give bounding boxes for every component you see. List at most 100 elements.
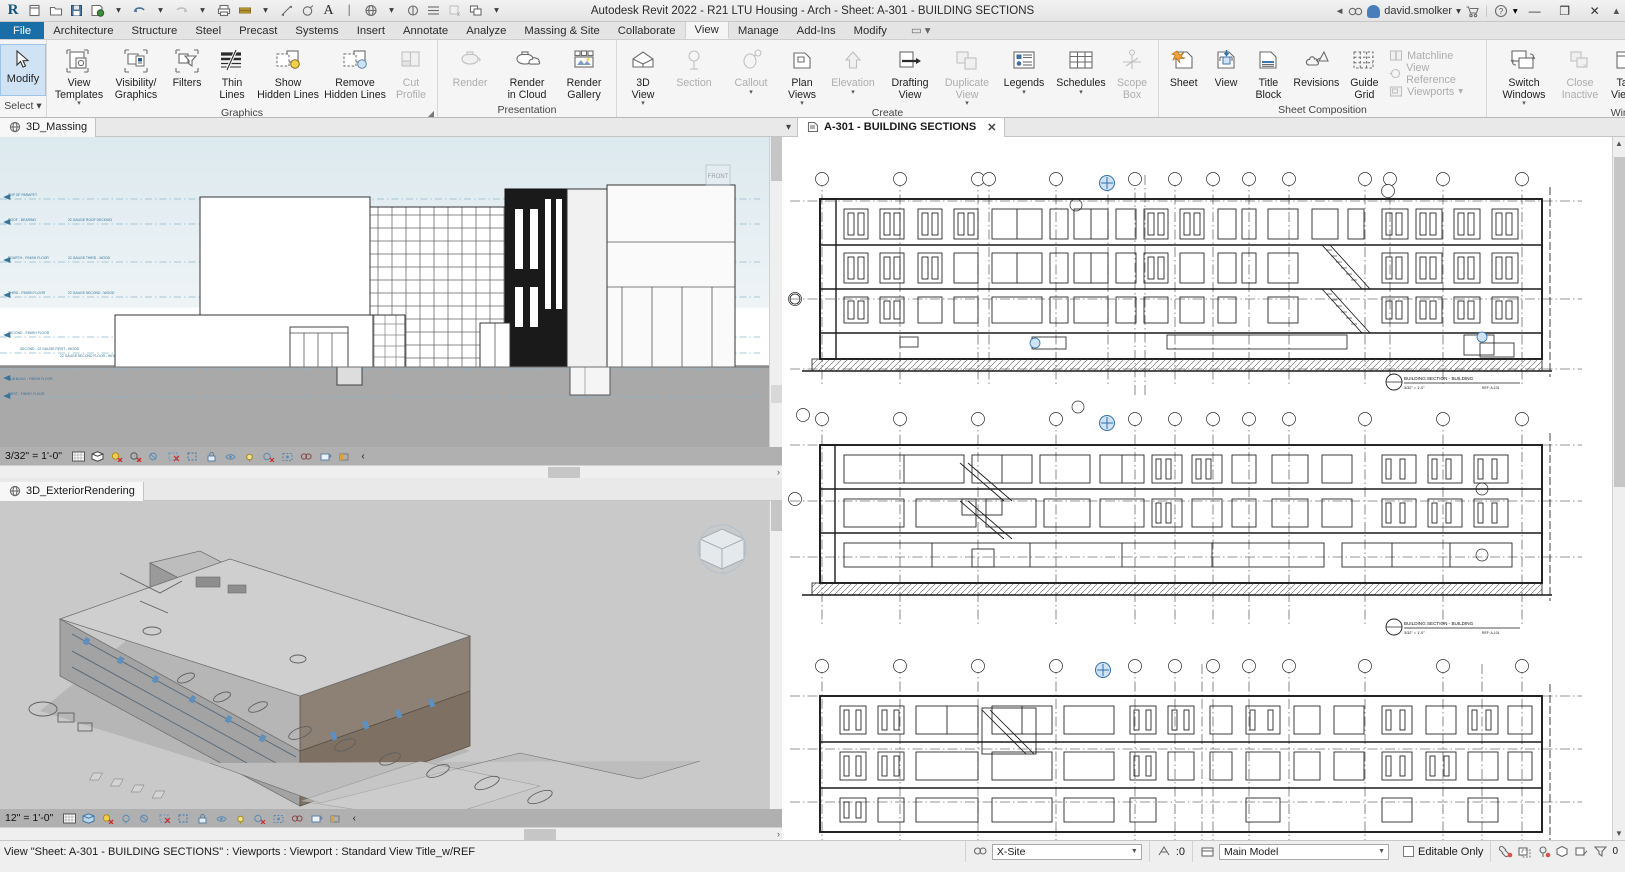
ribbon-tab-collaborate[interactable]: Collaborate — [609, 22, 685, 39]
3d-view-button[interactable]: 3DView▾ — [621, 43, 665, 107]
select-pinned-icon[interactable] — [1536, 844, 1551, 859]
canvas-sheet-a301[interactable]: BUILDING SECTION - BUILDING 3/32" = 1'-0… — [782, 137, 1625, 840]
analytical-model-icon[interactable] — [280, 449, 294, 463]
ribbon-tab-insert[interactable]: Insert — [348, 22, 394, 39]
horizontal-scrollbar-3d-exterior[interactable]: › — [0, 827, 782, 840]
default-3d-view-icon[interactable] — [361, 2, 380, 20]
view-templates-button[interactable]: ViewTemplates▾ — [51, 43, 107, 107]
modify-button[interactable]: Modify — [0, 44, 46, 96]
dialog-launcher-graphics[interactable]: ◢ — [428, 109, 434, 118]
undo-dropdown-icon[interactable]: ▾ — [151, 2, 170, 20]
hide-crop-boundary-icon[interactable] — [328, 811, 342, 825]
ribbon-tab-massing-site[interactable]: Massing & Site — [515, 22, 608, 39]
ribbon-tab-precast[interactable]: Precast — [230, 22, 286, 39]
vertical-scrollbar-3d-exterior[interactable] — [769, 501, 782, 809]
select-links-icon[interactable] — [1498, 844, 1513, 859]
undo-icon[interactable] — [130, 2, 149, 20]
vertical-scrollbar-3d-massing[interactable] — [769, 137, 782, 447]
ribbon-tab-view[interactable]: View — [685, 22, 729, 39]
infocenter-icon[interactable] — [1348, 4, 1363, 19]
model-selector-segment[interactable]: Main Model ▼ — [1192, 841, 1396, 862]
horizontal-scrollbar-3d-massing[interactable]: › — [0, 465, 782, 478]
sun-path-icon[interactable] — [100, 811, 114, 825]
shadows-icon[interactable] — [119, 811, 133, 825]
tab-list-menu-icon[interactable]: ▾ — [786, 122, 797, 133]
close-hidden-icon[interactable]: x — [445, 2, 464, 20]
filters-button[interactable]: Filters — [165, 43, 209, 99]
temporary-hide-isolate-icon[interactable] — [214, 811, 228, 825]
drag-elements-icon[interactable] — [1574, 844, 1589, 859]
revisions-button[interactable]: Revisions — [1290, 43, 1343, 99]
worksharing-display-icon[interactable] — [309, 811, 323, 825]
design-option-segment[interactable]: :0 — [1149, 841, 1192, 862]
aligned-dimension-icon[interactable] — [277, 2, 296, 20]
ribbon-tab-systems[interactable]: Systems — [286, 22, 347, 39]
help-icon[interactable]: ? — [1494, 4, 1509, 19]
visual-style-icon[interactable] — [81, 811, 95, 825]
ribbon-tab-add-ins[interactable]: Add-Ins — [788, 22, 845, 39]
view-scale-3d-massing[interactable]: 3/32" = 1'-0" — [5, 450, 62, 462]
view-scale-3d-exterior-rendering[interactable]: 12" = 1'-0" — [5, 812, 53, 824]
minimize-button[interactable]: — — [1522, 1, 1548, 21]
text-icon[interactable]: A — [319, 2, 338, 20]
select-label[interactable]: Select ▾ — [4, 100, 41, 112]
print-icon[interactable] — [214, 2, 233, 20]
sun-path-icon[interactable] — [109, 449, 123, 463]
visibility-graphics-button[interactable]: Visibility/Graphics — [108, 43, 164, 101]
ribbon-tab-structure[interactable]: Structure — [122, 22, 186, 39]
thin-lines-icon[interactable] — [424, 2, 443, 20]
reveal-hidden-icon[interactable] — [242, 449, 256, 463]
schedules-button[interactable]: Schedules▾ — [1053, 43, 1109, 99]
detail-level-icon[interactable] — [62, 811, 76, 825]
help-dropdown-icon[interactable]: ▾ — [1513, 6, 1518, 17]
lock-3d-view-icon[interactable] — [195, 811, 209, 825]
view-button[interactable]: View — [1205, 43, 1246, 99]
worksharing-display-icon[interactable] — [318, 449, 332, 463]
constraints-icon[interactable] — [299, 449, 313, 463]
lock-3d-view-icon[interactable] — [204, 449, 218, 463]
temporary-hide-isolate-icon[interactable] — [223, 449, 237, 463]
view-tab-3d-massing[interactable]: 3D_Massing — [0, 118, 96, 137]
reveal-hidden-icon[interactable] — [233, 811, 247, 825]
drafting-view-button[interactable]: DraftingView — [882, 43, 938, 101]
remove-hidden-lines-button[interactable]: RemoveHidden Lines — [322, 43, 388, 101]
thin-lines-button[interactable]: ThinLines — [210, 43, 254, 101]
filter-icon[interactable] — [1593, 844, 1608, 859]
switch-windows-button[interactable]: SwitchWindows▾ — [1491, 43, 1557, 107]
temporary-view-properties-icon[interactable] — [252, 811, 266, 825]
ribbon-tab-[interactable]: ▭ ▾ — [902, 22, 939, 39]
crop-view-icon[interactable] — [166, 449, 180, 463]
plan-views-button[interactable]: PlanViews▾ — [780, 43, 824, 107]
temporary-view-properties-icon[interactable] — [261, 449, 275, 463]
ribbon-tab-analyze[interactable]: Analyze — [457, 22, 515, 39]
analytical-model-icon[interactable] — [271, 811, 285, 825]
search-collapse-icon[interactable]: ◄ — [1335, 6, 1344, 17]
canvas-3d-massing[interactable]: TOP OF PARAPET ROOF - BEARING22 GAUGE RO… — [0, 137, 782, 447]
chevron-down-icon[interactable]: ▼ — [1131, 848, 1138, 855]
save-icon[interactable] — [67, 2, 86, 20]
render-in-cloud-button[interactable]: Renderin Cloud — [499, 43, 555, 101]
show-crop-icon[interactable] — [176, 811, 190, 825]
constraints-icon[interactable] — [290, 811, 304, 825]
workset-selector[interactable]: X-Site ▼ — [992, 844, 1142, 860]
ribbon-tab-file[interactable]: File — [0, 22, 44, 39]
sheet-button[interactable]: Sheet — [1163, 43, 1204, 99]
select-underlay-icon[interactable] — [1517, 844, 1532, 859]
open-icon[interactable] — [46, 2, 65, 20]
vertical-scrollbar-sheet[interactable]: ▲ ▼ — [1612, 137, 1625, 840]
ribbon-tab-annotate[interactable]: Annotate — [394, 22, 457, 39]
view-tab-sheet-a301[interactable]: A-301 - BUILDING SECTIONS ✕ — [797, 118, 1005, 137]
new-icon[interactable] — [25, 2, 44, 20]
close-tab-icon[interactable]: ✕ — [987, 121, 996, 134]
3d-view-dropdown-icon[interactable]: ▾ — [382, 2, 401, 20]
tag-icon[interactable] — [298, 2, 317, 20]
ribbon-collapse-icon[interactable]: ▲ — [1612, 6, 1621, 17]
detail-level-icon[interactable] — [71, 449, 85, 463]
canvas-3d-exterior-rendering[interactable] — [0, 501, 782, 809]
show-hidden-lines-button[interactable]: ShowHidden Lines — [255, 43, 321, 101]
crop-view-icon[interactable] — [157, 811, 171, 825]
expand-view-control-icon[interactable]: ‹ — [356, 449, 370, 463]
editable-only-segment[interactable]: Editable Only — [1396, 841, 1490, 862]
guide-grid-button[interactable]: GuideGrid — [1344, 43, 1385, 101]
editable-only-checkbox[interactable] — [1403, 846, 1414, 857]
